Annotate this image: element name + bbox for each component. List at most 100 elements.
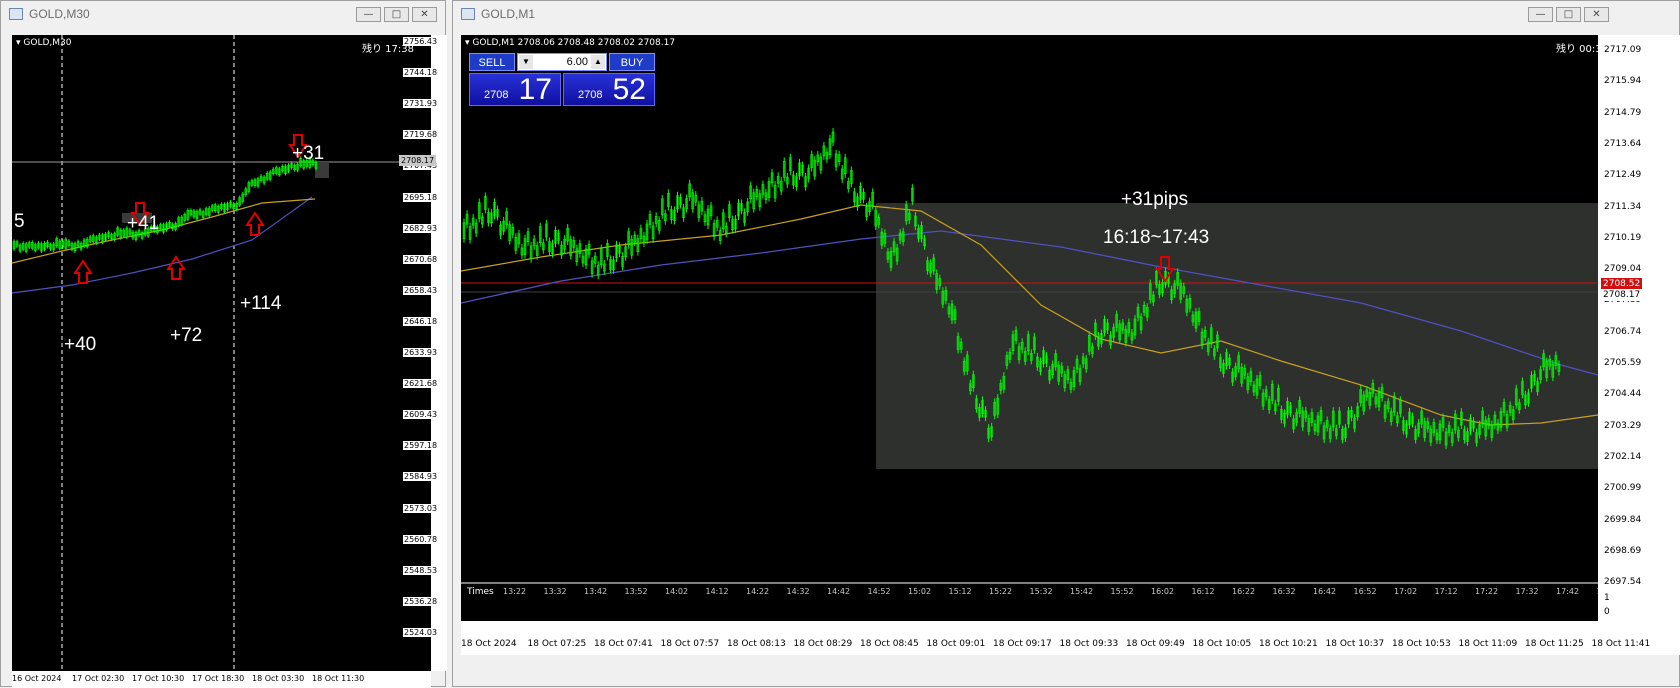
time-tick-label: 18 Oct 11:25 (1525, 639, 1584, 649)
time-tick-label: 18 Oct 10:37 (1325, 639, 1385, 649)
chart-window-icon (461, 8, 475, 20)
window-title: GOLD,M30 (29, 7, 90, 21)
lot-decrease-button[interactable]: ▼ (519, 55, 533, 69)
price-tick-label: 2715.94 (1604, 76, 1642, 87)
signal-arrow-icon (166, 255, 186, 280)
subwindow-time-label: 14:22 (746, 587, 770, 596)
subwindow-time-label: 15:12 (948, 587, 972, 596)
annotation-plus114: +114 (240, 293, 282, 314)
price-chart-m30[interactable]: ▾ GOLD,M30 残り 17:38 5 +41 +40 +72 +114 +… (12, 35, 431, 671)
time-tick-label: 18 Oct 09:33 (1059, 639, 1119, 649)
subwindow-time-label: 16:32 (1272, 587, 1296, 596)
window-title: GOLD,M1 (481, 7, 536, 21)
annotation-pips: +31pips (1121, 189, 1189, 210)
indicator-subwindow-label: Times (467, 587, 494, 597)
time-tick-label: 18 Oct 11:09 (1458, 639, 1518, 649)
subwindow-time-label: 16:02 (1151, 587, 1175, 596)
price-tick-label: 2621.68 (403, 379, 439, 389)
time-tick-label: 17 Oct 18:30 (192, 674, 245, 683)
time-axis: 16 Oct 2024 17 Oct 02:30 17 Oct 10:30 17 Oc… (12, 671, 431, 688)
subwindow-time-label: 17:02 (1394, 587, 1418, 596)
window-titlebar[interactable]: GOLD,M30 — □ ✕ (1, 1, 445, 27)
price-tick-label: 2658.43 (403, 285, 439, 295)
price-tick-label: 2711.34 (1604, 201, 1642, 212)
subwindow-time-label: 17:22 (1475, 587, 1499, 596)
time-tick-label: 18 Oct 08:29 (793, 639, 853, 649)
minimize-button[interactable]: — (1528, 7, 1553, 22)
subwindow-time-label: 13:22 (503, 587, 527, 596)
time-tick-label: 18 Oct 10:53 (1392, 639, 1451, 649)
chart-symbol-label: ▾ GOLD,M30 (16, 38, 72, 48)
time-tick-label: 17 Oct 02:30 (72, 674, 125, 683)
chart-window-icon (9, 8, 23, 20)
time-tick-label: 18 Oct 2024 (461, 639, 517, 649)
signal-arrow-icon (73, 259, 93, 284)
time-tick-label: 18 Oct 07:57 (660, 639, 720, 649)
price-tick-label: 2698.69 (1604, 545, 1642, 556)
subwindow-time-label: 17:32 (1515, 587, 1539, 596)
subwindow-tick-label: 0 (1604, 607, 1610, 617)
time-tick-label: 18 Oct 03:30 (252, 674, 305, 683)
lot-size-input[interactable]: ▼ 6.00 ▲ (517, 53, 607, 71)
subwindow-time-label: 15:32 (1029, 587, 1053, 596)
buy-button[interactable]: BUY (609, 53, 655, 71)
annotation-plus40: +40 (64, 334, 97, 355)
price-tick-label: 2670.68 (403, 254, 439, 264)
price-tick-label: 2717.09 (1604, 45, 1642, 55)
price-tick-label: 2633.93 (403, 348, 439, 357)
time-tick-label: 18 Oct 10:05 (1192, 639, 1252, 649)
price-tick-label: 2573.03 (403, 503, 439, 513)
time-tick-label: 18 Oct 07:41 (594, 639, 653, 649)
subwindow-time-label: 15:02 (908, 587, 932, 596)
annotation-5: 5 (14, 211, 25, 232)
price-tick-label: 2704.44 (1604, 389, 1642, 400)
bid-price-box[interactable]: 2708 17 (469, 73, 561, 106)
price-tick-label: 2584.93 (403, 472, 439, 482)
signal-arrow-icon (245, 211, 265, 236)
minimize-button[interactable]: — (356, 7, 381, 22)
subwindow-time-label: 13:52 (624, 587, 648, 596)
price-tick-label: 2714.79 (1604, 107, 1642, 118)
annotation-plus72: +72 (170, 325, 203, 346)
price-tick-label: 2682.93 (403, 223, 439, 233)
time-tick-label: 16 Oct 2024 (12, 674, 62, 683)
subwindow-time-label: 13:32 (543, 587, 567, 596)
window-titlebar[interactable]: GOLD,M1 — □ ✕ (453, 1, 1679, 27)
price-tick-label: 2706.74 (1604, 326, 1642, 337)
time-tick-label: 18 Oct 09:49 (1126, 639, 1185, 649)
subwindow-time-label: 14:12 (705, 587, 729, 596)
price-tick-label: 2700.99 (1604, 483, 1642, 494)
time-tick-label: 18 Oct 11:41 (1591, 639, 1651, 649)
subwindow-time-label: 17:42 (1556, 587, 1580, 596)
maximize-button[interactable]: □ (1556, 7, 1581, 22)
subwindow-time-label: 16:52 (1353, 587, 1377, 596)
subwindow-time-label: 14:42 (827, 587, 851, 596)
price-chart-m1[interactable]: ▾ GOLD,M1 2708.06 2708.48 2708.02 2708.1… (461, 35, 1598, 621)
price-tick-label: 2703.29 (1604, 420, 1642, 431)
price-axis: 2717.09 2715.94 2714.79 2713.64 2712.49 2711.… (1598, 35, 1680, 655)
price-tick-label: 2524.03 (403, 627, 439, 637)
price-tick-label: 2731.93 (403, 99, 439, 109)
time-axis: 18 Oct 2024 18 Oct 07:25 18 Oct 07:41 18 Oc… (461, 621, 1650, 655)
close-button[interactable]: ✕ (1584, 7, 1609, 22)
time-tick-label: 18 Oct 09:01 (926, 639, 986, 649)
price-tick-label: 2536.28 (403, 596, 439, 606)
price-tick-label: 2646.18 (403, 316, 439, 326)
chart-window-m1[interactable]: GOLD,M1 — □ ✕ ▾ GOLD,M1 2708.06 2708.48 … (452, 0, 1680, 687)
lot-increase-button[interactable]: ▲ (591, 55, 605, 69)
price-tick-label: 2702.14 (1604, 451, 1642, 462)
ask-price-box[interactable]: 2708 52 (563, 73, 655, 106)
close-button[interactable]: ✕ (412, 7, 437, 22)
chart-window-m30[interactable]: GOLD,M30 — □ ✕ ▾ GOLD,M30 残り 17:38 5 +41… (0, 0, 447, 688)
subwindow-time-label: 15:42 (1070, 587, 1094, 596)
subwindow-time-label: 17:12 (1434, 587, 1458, 596)
time-tick-label: 17 Oct 10:30 (132, 674, 185, 683)
price-tick-label: 2560.78 (403, 534, 439, 544)
chart-header: ▾ GOLD,M1 2708.06 2708.48 2708.02 2708.1… (465, 38, 676, 48)
price-tick-label: 2712.49 (1604, 170, 1642, 181)
time-tick-label: 18 Oct 11:30 (312, 674, 365, 683)
maximize-button[interactable]: □ (384, 7, 409, 22)
subwindow-time-label: 16:42 (1313, 587, 1337, 596)
annotation-time-range: 16:18~17:43 (1103, 227, 1210, 248)
sell-button[interactable]: SELL (469, 53, 515, 71)
